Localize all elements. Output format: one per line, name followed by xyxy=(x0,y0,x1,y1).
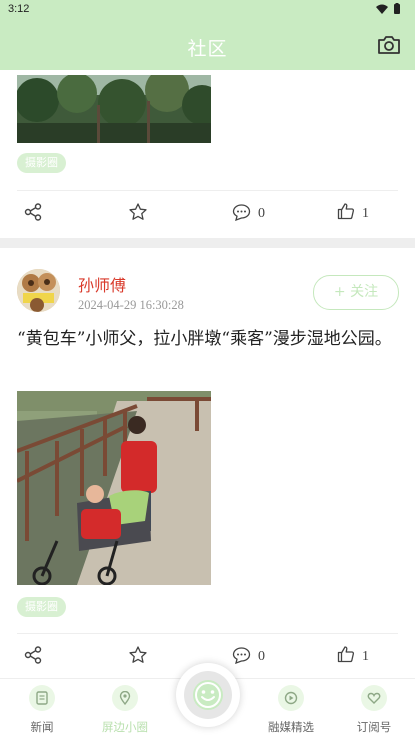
nav-label: 订阅号 xyxy=(356,720,392,734)
page-title: 社区 xyxy=(187,38,228,60)
nav-item-media[interactable]: 融媒精选 xyxy=(256,685,326,735)
share-icon[interactable] xyxy=(24,203,42,221)
news-icon xyxy=(29,685,55,711)
feed[interactable]: 摄影圈 0 1 孙师傅 2024-04-29 16:30:28 + 关注 “黄包… xyxy=(0,70,415,678)
nav-item-community[interactable]: 屏边小圈 xyxy=(90,685,160,735)
post-tag[interactable]: 摄影圈 xyxy=(17,153,66,173)
status-time: 3:12 xyxy=(8,3,30,15)
smile-icon xyxy=(193,680,223,710)
avatar[interactable] xyxy=(17,269,60,312)
nav-item-subscription[interactable]: 订阅号 xyxy=(339,685,409,735)
comment-count: 0 xyxy=(258,649,265,664)
camera-icon[interactable] xyxy=(377,35,401,55)
status-bar: 3:12 xyxy=(0,0,415,20)
favorite-star-icon[interactable] xyxy=(128,645,148,665)
center-smile-button[interactable] xyxy=(176,663,240,727)
like-count: 1 xyxy=(362,206,369,221)
post-tag[interactable]: 摄影圈 xyxy=(17,597,66,617)
nav-item-news[interactable]: 新闻 xyxy=(7,685,77,735)
like-icon[interactable] xyxy=(337,645,355,663)
nav-label: 新闻 xyxy=(30,720,54,734)
comment-count: 0 xyxy=(258,206,265,221)
heart-icon xyxy=(361,685,387,711)
play-icon xyxy=(278,685,304,711)
location-icon xyxy=(112,685,138,711)
bottom-nav: 新闻 屏边小圈 融媒精选 订阅号 xyxy=(0,663,415,740)
like-icon[interactable] xyxy=(337,202,355,220)
follow-button[interactable]: + 关注 xyxy=(313,275,399,310)
author-name[interactable]: 孙师傅 xyxy=(78,272,126,296)
post-image-boardwalk[interactable] xyxy=(17,391,211,585)
divider xyxy=(17,190,398,191)
favorite-star-icon[interactable] xyxy=(128,202,148,222)
wifi-battery-icon xyxy=(376,3,400,14)
post-image-trees[interactable] xyxy=(17,75,211,143)
post-text: “黄包车”小师父，拉小胖墩“乘客”漫步湿地公园。 xyxy=(17,329,392,349)
comment-icon[interactable] xyxy=(232,646,251,664)
comment-icon[interactable] xyxy=(232,203,251,221)
nav-label: 融媒精选 xyxy=(268,720,314,734)
like-count: 1 xyxy=(362,649,369,664)
divider xyxy=(17,633,398,634)
post-separator xyxy=(0,238,415,248)
post-timestamp: 2024-04-29 16:30:28 xyxy=(78,298,184,312)
nav-label: 屏边小圈 xyxy=(102,720,148,734)
app-bar: 社区 xyxy=(0,20,415,70)
share-icon[interactable] xyxy=(24,646,42,664)
